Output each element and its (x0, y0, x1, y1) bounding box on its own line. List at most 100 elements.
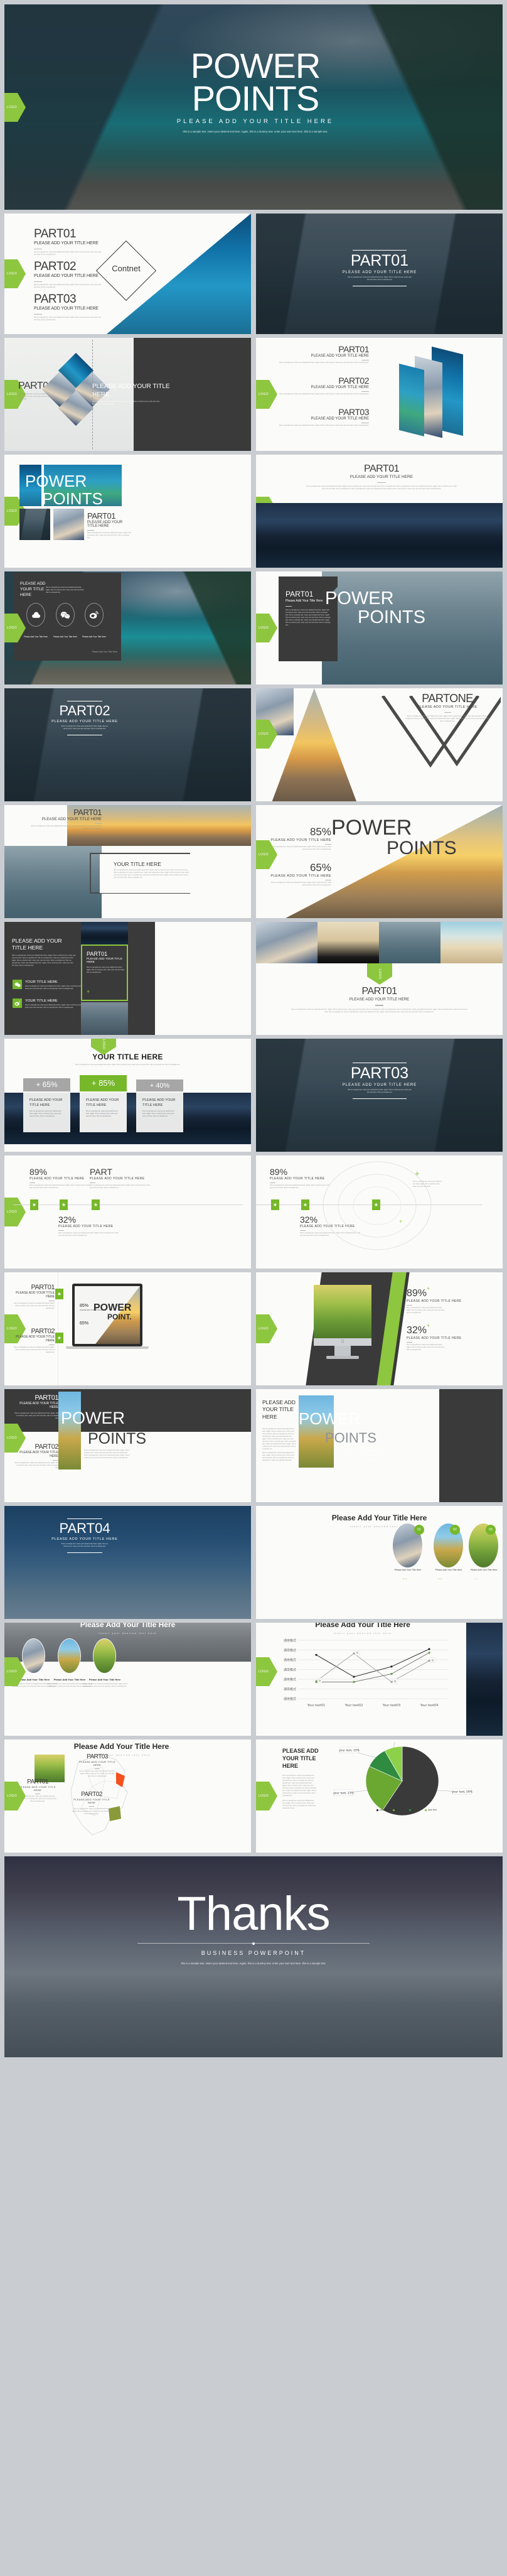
divider (407, 1342, 412, 1343)
part-body: this is a sample text. insert your desir… (14, 1462, 58, 1469)
line-chart-header: Please Add Your Title Here insert your d… (269, 1623, 457, 1635)
part-block-3[interactable]: PART03 PLEASE ADD YOUR TITLE HERE this i… (275, 407, 370, 427)
wechat-icon[interactable] (13, 980, 22, 989)
divider (29, 1182, 35, 1183)
section-title-block: PART01 PLEASE ADD YOUR TITLE HERE this i… (324, 250, 435, 287)
percent-card-2[interactable]: PLEASE ADD YOUR TITLE HERE this is a sam… (80, 1091, 127, 1132)
cloud-icon[interactable] (26, 603, 45, 627)
part-body: this is a sample text. insert your desir… (72, 1808, 111, 1816)
part-subtitle: PLEASE ADD YOUR TITLE HERE (34, 241, 99, 246)
part-subtitle: PLEASE ADD YOUR TITLE HERE (350, 475, 414, 479)
slide-social-icons[interactable]: LOGO PLEASE ADD YOUR TITLE HERE this is … (4, 571, 251, 685)
section-title: Please Add Your Title Here (80, 1623, 176, 1629)
slide-circles-dark[interactable]: LOGO Please Add Your Title Here insert y… (4, 1623, 251, 1736)
part-label: PART02 (34, 260, 77, 273)
part-block-1[interactable]: PART01 PLEASE ADD YOUR TITLE HERE this i… (275, 344, 370, 364)
slide-photo-grid[interactable]: LOGO POWER POINTS PART01 PLEASE ADD YOUR… (4, 455, 251, 568)
part-text-block: PART01 PLEASE ADD YOUR TITLE HERE this i… (29, 808, 102, 830)
star-icon[interactable]: ★ (60, 1199, 68, 1210)
laptop-item-2: PART02 PLEASE ADD YOUR TITLE HERE this i… (13, 1328, 55, 1354)
slide-section-part01[interactable]: PART01 PLEASE ADD YOUR TITLE HERE this i… (256, 214, 503, 334)
stat-value: 85% (309, 826, 331, 838)
logo-badge[interactable]: LOGO (4, 259, 26, 288)
slide-section-part04[interactable]: PART04 PLEASE ADD YOUR TITLE HERE this i… (4, 1506, 251, 1619)
slide-percent-cards[interactable]: LOGO YOUR TITLE HERE this is a sample te… (4, 1039, 251, 1152)
logo-badge[interactable]: LOGO (256, 1314, 277, 1343)
slide-laptop[interactable]: LOGO PART01 PLEASE ADD YOUR TITLE HERE t… (4, 1272, 251, 1385)
sidebar-text: PLEASE ADD YOUR TITLE HERE this is a sam… (12, 938, 76, 967)
contents-item-2[interactable]: PART02 PLEASE ADD YOUR TITLE HERE this i… (34, 260, 103, 289)
slide-dark-card-power[interactable]: LOGO PART01 Please Add Your Title Here t… (256, 571, 503, 685)
logo-badge[interactable]: LOGO (367, 963, 392, 985)
slide-dark-sidebar[interactable]: PART01 PLEASE ADD YOUR TITLE HERE this i… (4, 922, 251, 1035)
slide-tablet[interactable]: PLEASE ADD YOUR TITLE HERE this is a sam… (256, 1389, 503, 1502)
slide-section-part02[interactable]: PART02 PLEASE ADD YOUR TITLE HERE this i… (4, 688, 251, 801)
slide-pie-chart[interactable]: LOGO PLEASE ADD YOUR TITLE HERE this is … (256, 1740, 503, 1853)
slide-photostrip-part01[interactable]: LOGO PART01 PLEASE ADD YOUR TITLE HERE t… (256, 922, 503, 1035)
percent-card-3[interactable]: PLEASE ADD YOUR TITLE HERE this is a sam… (136, 1091, 183, 1132)
stat-body: this is a sample text. insert your desir… (29, 1184, 90, 1189)
svg-text:0: 0 (432, 1659, 434, 1662)
dots-indicator-2[interactable]: ••• (438, 1577, 442, 1580)
partone-text-block: PARTONE PLEASE ADD YOUR TITLE HERE this … (400, 692, 494, 723)
percent-value: + 85% (91, 1078, 115, 1088)
thanks-subtitle: BUSINESS POWERPOINT (201, 1950, 306, 1956)
percent-chip-3: + 40% (136, 1080, 183, 1091)
slide-part01-framed[interactable]: PART01 PLEASE ADD YOUR TITLE HERE this i… (4, 805, 251, 918)
slide-cover[interactable]: LOGO POWER POINTS PLEASE ADD YOUR TITLE … (4, 4, 503, 210)
plus-icon[interactable]: + (399, 1218, 402, 1225)
slide-phone[interactable]: LOGO PART01 PLEASE ADD YOUR TITLE HERE t… (4, 1389, 251, 1502)
slide-timeline-b[interactable]: 89% PLEASE ADD YOUR TITLE HERE this is a… (256, 1155, 503, 1269)
slide-thanks[interactable]: Thanks BUSINESS POWERPOINT this is a sam… (4, 1856, 503, 2057)
percent-card-1[interactable]: PLEASE ADD YOUR TITLE HERE this is a sam… (23, 1091, 70, 1132)
circle-badge-1: 01 (414, 1525, 424, 1535)
divider (444, 712, 451, 713)
caption: Please Add Your Title Here (88, 1678, 121, 1681)
laptop-base (66, 1346, 149, 1349)
slide-line-chart[interactable]: LOGO Please Add Your Title Here insert y… (256, 1623, 503, 1736)
part-label: PART03 (338, 407, 369, 417)
slide-three-parts-photos[interactable]: LOGO PART01 PLEASE ADD YOUR TITLE HERE t… (256, 338, 503, 451)
wechat-icon[interactable] (56, 603, 75, 627)
svg-text:Your text01: Your text01 (307, 1704, 326, 1707)
part-body: this is a sample text. insert your desir… (87, 966, 125, 974)
dots-indicator-1[interactable]: ••• (403, 1577, 407, 1580)
legend-label: your text (428, 1809, 437, 1811)
part-block-2[interactable]: PART02 PLEASE ADD YOUR TITLE HERE this i… (275, 376, 370, 396)
plus-icon[interactable]: + (87, 988, 90, 995)
slide-diamond-photos[interactable]: LOGO PART01 this is a sample text. inser… (4, 338, 251, 451)
tablet-dark-band (439, 1389, 503, 1502)
contents-item-3[interactable]: PART03 PLEASE ADD YOUR TITLE HERE this i… (34, 293, 103, 322)
logo-label: LOGO (7, 106, 18, 109)
star-icon[interactable]: ★ (301, 1199, 309, 1210)
slide-contents[interactable]: LOGO PART01 PLEASE ADD YOUR TITLE HERE t… (4, 214, 251, 334)
overlay-line1: POWER (61, 1409, 125, 1427)
part-body: this is a sample text. insert your desir… (31, 825, 102, 830)
star-icon[interactable]: ★ (271, 1199, 279, 1210)
plus-icon[interactable]: + (415, 1169, 420, 1178)
contents-item-1[interactable]: PART01 PLEASE ADD YOUR TITLE HERE this i… (34, 227, 103, 256)
weibo-icon[interactable] (85, 603, 104, 627)
dots-indicator-3[interactable]: ••• (474, 1577, 479, 1580)
slide-timeline-a[interactable]: LOGO 89% PLEASE ADD YOUR TITLE HERE this… (4, 1155, 251, 1269)
slide-map[interactable]: LOGO Please Add Your Title Here insert y… (4, 1740, 251, 1853)
slide-section-part03[interactable]: PART03 PLEASE ADD YOUR TITLE HERE this i… (256, 1039, 503, 1152)
star-icon[interactable]: ★ (55, 1289, 63, 1299)
sidebar-photo-bottom (81, 1002, 128, 1035)
card-body: this is a sample text. insert your desir… (142, 1110, 174, 1118)
logo-badge[interactable]: LOGO (256, 614, 277, 642)
star-icon[interactable]: ★ (55, 1333, 63, 1343)
star-icon[interactable]: ★ (30, 1199, 38, 1210)
slide-diagonal-percent[interactable]: LOGO POWER POINTS 85% PLEASE ADD YOUR TI… (256, 805, 503, 918)
slide-city-text[interactable]: LOGO PART01 PLEASE ADD YOUR TITLE HERE t… (256, 455, 503, 568)
part-body: this is a sample text. insert your desir… (14, 1412, 58, 1420)
logo-badge[interactable]: LOGO (4, 1198, 26, 1226)
logo-badge[interactable]: LOGO (256, 380, 277, 409)
slide-circles-light[interactable]: Please Add Your Title Here insert your d… (256, 1506, 503, 1619)
star-icon[interactable]: ★ (92, 1199, 100, 1210)
weibo-icon[interactable] (13, 998, 22, 1008)
slide-imac[interactable]: LOGO  89% + PLEASE ADD YOUR TITLE HERE … (256, 1272, 503, 1385)
logo-badge[interactable]: LOGO (256, 1782, 277, 1810)
svg-text:your text, 10%: your text, 10% (339, 1749, 359, 1753)
slide-partone-triangles[interactable]: LOGO PARTONE PLEASE ADD YOUR TITLE HERE … (256, 688, 503, 801)
